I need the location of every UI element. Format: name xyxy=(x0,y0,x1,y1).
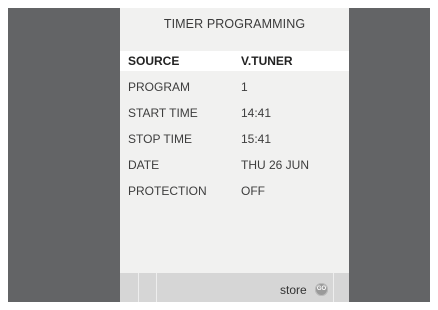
menu-row-stop-time[interactable]: STOP TIME 15:41 xyxy=(120,129,349,149)
menu-row-start-time[interactable]: START TIME 14:41 xyxy=(120,103,349,123)
date-value: THU 26 JUN xyxy=(241,158,310,172)
protection-value: OFF xyxy=(241,184,265,198)
go-button-icon[interactable]: GO xyxy=(315,283,328,296)
store-label: store xyxy=(280,283,307,297)
tv-screen: TIMER PROGRAMMING SOURCE V.TUNER PROGRAM… xyxy=(8,8,430,302)
footer-bar: store GO xyxy=(120,273,349,302)
source-value: V.TUNER xyxy=(241,54,293,68)
menu-row-date[interactable]: DATE THU 26 JUN xyxy=(120,155,349,175)
start-time-label: START TIME xyxy=(128,106,198,120)
footer-divider xyxy=(156,273,157,302)
protection-label: PROTECTION xyxy=(128,184,207,198)
start-time-value: 14:41 xyxy=(241,106,272,120)
stop-time-label: STOP TIME xyxy=(128,132,193,146)
program-value: 1 xyxy=(241,80,248,94)
footer-divider xyxy=(138,273,139,302)
menu-row-protection[interactable]: PROTECTION OFF xyxy=(120,181,349,201)
menu-title: TIMER PROGRAMMING xyxy=(163,17,306,31)
source-label: SOURCE xyxy=(128,54,180,68)
menu-row-source[interactable]: SOURCE V.TUNER xyxy=(120,51,349,71)
stop-time-value: 15:41 xyxy=(241,132,272,146)
program-label: PROGRAM xyxy=(128,80,191,94)
timer-programming-menu: TIMER PROGRAMMING SOURCE V.TUNER PROGRAM… xyxy=(120,8,349,302)
footer-divider xyxy=(333,273,334,302)
date-label: DATE xyxy=(128,158,160,172)
menu-row-program[interactable]: PROGRAM 1 xyxy=(120,77,349,97)
